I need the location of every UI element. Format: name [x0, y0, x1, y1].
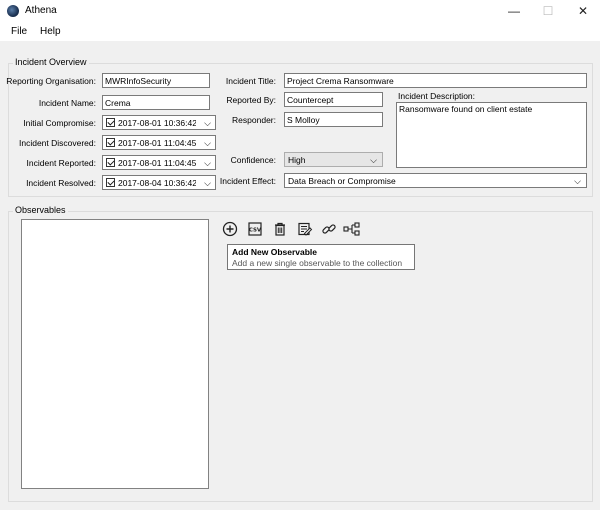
reporting-org-input[interactable]: MWRInfoSecurity	[102, 73, 210, 88]
incident-discovered-checkbox[interactable]	[106, 138, 115, 147]
reporting-org-label: Reporting Organisation:	[6, 76, 96, 86]
incident-overview-label: Incident Overview	[13, 57, 89, 67]
description-label: Incident Description:	[398, 91, 476, 101]
trash-icon[interactable]	[271, 220, 289, 238]
tooltip-body: Add a new single observable to the colle…	[232, 258, 403, 268]
maximize-button[interactable]: ☐	[531, 0, 565, 22]
minimize-button[interactable]: —	[497, 0, 531, 22]
reported-by-input[interactable]: Countercept	[284, 92, 383, 107]
csv-icon[interactable]: CSV	[246, 220, 264, 238]
incident-reported-label: Incident Reported:	[26, 158, 96, 168]
incident-reported-datepicker[interactable]: 2017-08-01 11:04:45 ⌵	[102, 155, 216, 170]
confidence-label: Confidence:	[230, 155, 276, 165]
incident-resolved-label: Incident Resolved:	[26, 178, 96, 188]
chevron-down-icon[interactable]: ⌵	[204, 156, 211, 170]
incident-title-input[interactable]: Project Crema Ransomware	[284, 73, 587, 88]
reported-by-label: Reported By:	[226, 95, 276, 105]
incident-resolved-value: 2017-08-04 10:36:42	[118, 178, 196, 188]
tooltip-title: Add New Observable	[232, 247, 318, 257]
svg-text:CSV: CSV	[249, 228, 262, 234]
window-title: Athena	[25, 5, 57, 16]
menu-file[interactable]: File	[11, 26, 27, 37]
edit-list-icon[interactable]	[296, 220, 314, 238]
confidence-value: High	[288, 155, 306, 165]
incident-discovered-datepicker[interactable]: 2017-08-01 11:04:45 ⌵	[102, 135, 216, 150]
chevron-down-icon[interactable]: ⌵	[370, 153, 377, 167]
incident-reported-value: 2017-08-01 11:04:45	[118, 158, 196, 168]
plus-circle-icon[interactable]	[221, 220, 239, 238]
confidence-select[interactable]: High ⌵	[284, 152, 383, 167]
initial-compromise-value: 2017-08-01 10:36:42	[118, 118, 196, 128]
incident-resolved-datepicker[interactable]: 2017-08-04 10:36:42 ⌵	[102, 175, 216, 190]
incident-discovered-label: Incident Discovered:	[18, 138, 96, 148]
chevron-down-icon[interactable]: ⌵	[204, 116, 211, 130]
incident-name-label: Incident Name:	[38, 98, 96, 108]
close-button[interactable]: ✕	[566, 0, 600, 22]
observables-label: Observables	[13, 205, 68, 215]
link-icon[interactable]	[320, 220, 338, 238]
initial-compromise-datepicker[interactable]: 2017-08-01 10:36:42 ⌵	[102, 115, 216, 130]
description-textarea[interactable]: Ransomware found on client estate	[396, 102, 587, 168]
chevron-down-icon[interactable]: ⌵	[204, 176, 211, 190]
relationship-icon[interactable]	[343, 220, 361, 238]
incident-resolved-checkbox[interactable]	[106, 178, 115, 187]
initial-compromise-label: Initial Compromise:	[23, 118, 96, 128]
incident-reported-checkbox[interactable]	[106, 158, 115, 167]
incident-title-label: Incident Title:	[225, 76, 276, 86]
menu-help[interactable]: Help	[40, 26, 61, 37]
responder-input[interactable]: S Molloy	[284, 112, 383, 127]
initial-compromise-checkbox[interactable]	[106, 118, 115, 127]
add-observable-tooltip: Add New Observable Add a new single obse…	[227, 244, 415, 270]
chevron-down-icon[interactable]: ⌵	[204, 136, 211, 150]
incident-effect-value: Data Breach or Compromise	[288, 176, 396, 186]
incident-effect-label: Incident Effect:	[219, 176, 276, 186]
menu-bar	[0, 22, 600, 40]
observables-list[interactable]	[21, 219, 209, 489]
app-logo-icon	[7, 5, 19, 17]
chevron-down-icon[interactable]: ⌵	[574, 174, 581, 188]
responder-label: Responder:	[232, 115, 276, 125]
incident-effect-select[interactable]: Data Breach or Compromise ⌵	[284, 173, 587, 188]
incident-name-input[interactable]: Crema	[102, 95, 210, 110]
incident-discovered-value: 2017-08-01 11:04:45	[118, 138, 196, 148]
